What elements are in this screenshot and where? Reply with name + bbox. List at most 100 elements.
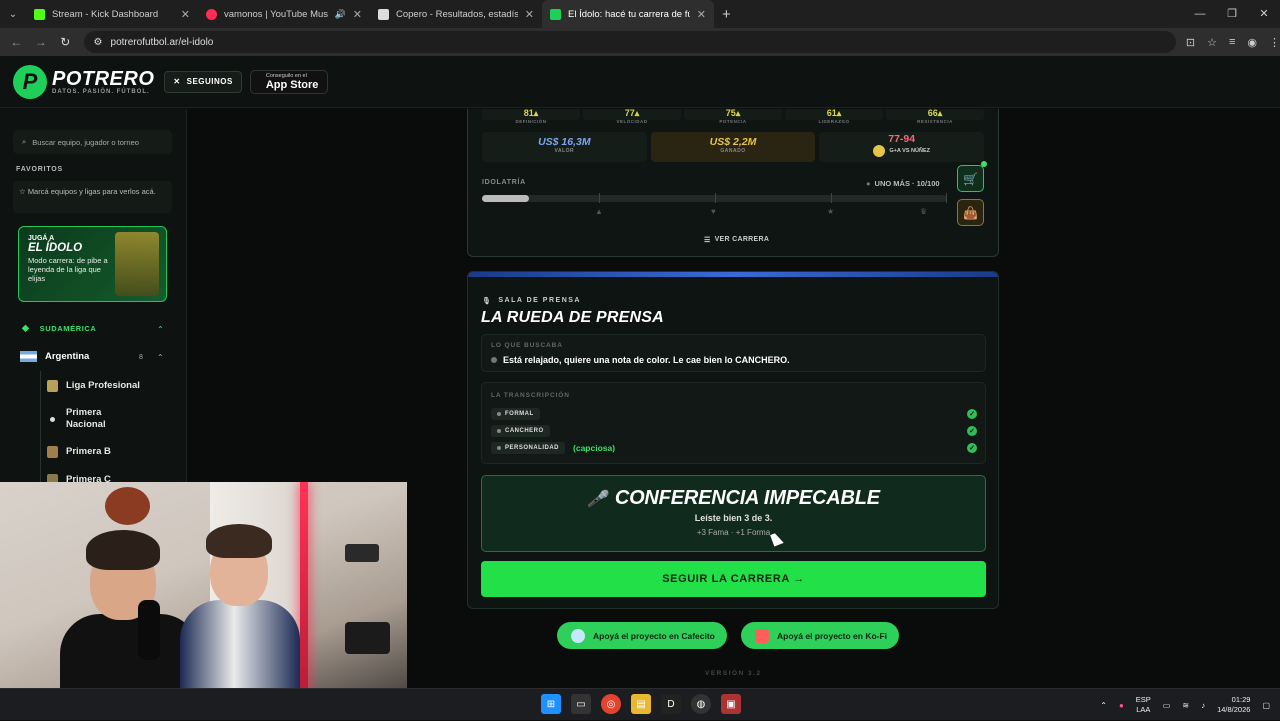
webcam-overlay [0, 482, 407, 711]
url-field[interactable]: ⚙ potrerofutbol.ar/el-idolo [83, 31, 1176, 53]
potrero-logo-icon[interactable]: P [13, 64, 47, 99]
back-icon[interactable]: ← [4, 35, 29, 49]
tab-search-menu[interactable]: ⌄ [0, 0, 26, 28]
camera-image [345, 622, 390, 654]
shop-cart-button[interactable]: 🛒 [957, 165, 984, 192]
minimize-icon[interactable]: — [1184, 0, 1216, 28]
microphone-tray-icon[interactable]: ● [1119, 701, 1124, 710]
profile-icon[interactable]: ◉ [1247, 36, 1257, 49]
app-store-button[interactable]: Conseguilo en el App Store [249, 69, 329, 94]
chevron-up-icon[interactable]: ⌃ [157, 353, 164, 362]
site-info-icon[interactable]: ⚙ [94, 37, 103, 48]
close-tab-icon[interactable]: ✕ [525, 8, 534, 21]
result-subtitle: Leíste bien 3 de 3. [694, 513, 773, 523]
idolatria-progress-fill [482, 195, 529, 202]
file-explorer-icon[interactable]: ▤ [631, 694, 651, 714]
region-sudamerica[interactable]: ⬥ SUDAMÉRICA [22, 323, 96, 334]
volume-icon[interactable]: ♪ [1201, 701, 1205, 710]
seguir-carrera-button[interactable]: SEGUIR LA CARRERA → [481, 561, 986, 597]
thumbs-up-icon: ▲ [595, 207, 603, 216]
result-title: 🎤 CONFERENCIA IMPECABLE [482, 487, 985, 510]
reload-icon[interactable]: ↻ [53, 35, 78, 49]
close-tab-icon[interactable]: ✕ [181, 8, 190, 21]
answer-tag: CANCHERO [491, 424, 550, 437]
forward-icon[interactable]: → [29, 35, 54, 49]
tab-kick[interactable]: Stream - Kick Dashboard ✕ [26, 0, 198, 28]
search-input[interactable]: ⌕ Buscar equipo, jugador o torneo [13, 130, 172, 154]
check-icon: ✓ [967, 408, 977, 419]
dxt-app-icon[interactable]: D [661, 694, 681, 714]
address-bar-row: ← → ↻ ⚙ potrerofutbol.ar/el-idolo ⊡ ☆ ≡ … [0, 28, 1280, 56]
answer-extra: (capciosa) [573, 442, 616, 453]
stat-liderazgo: 61▴ LIDERAZGO [785, 109, 883, 124]
notification-icon[interactable]: ▢ [1262, 701, 1270, 710]
browser-menu-icon[interactable]: ⋮ [1269, 36, 1280, 49]
task-view-icon[interactable]: ▭ [571, 694, 591, 714]
microphone-icon: 🎙 [482, 298, 493, 305]
copero-favicon-icon [378, 8, 389, 20]
kofi-label: Apoyá el proyecto en Ko-Fi [777, 630, 888, 641]
tab-youtube-music[interactable]: vamonos | YouTube Music 🔊 ✕ [198, 0, 370, 28]
promo-desc: Modo carrera: de pibe a leyenda de la li… [28, 256, 108, 283]
bookmark-star-icon[interactable]: ☆ [1207, 36, 1217, 49]
kick-favicon-icon [34, 8, 45, 20]
close-tab-icon[interactable]: ✕ [353, 8, 362, 21]
cafecito-button[interactable]: Apoyá el proyecto en Cafecito [557, 622, 727, 649]
tab-el-idolo[interactable]: El Ídolo: hacé tu carrera de fútb ✕ [542, 0, 714, 28]
tab-copero[interactable]: Copero - Resultados, estadístic ✕ [370, 0, 542, 28]
valor-label: VALOR [554, 148, 575, 154]
language-indicator[interactable]: ESP LAA [1136, 695, 1151, 715]
league-primera-b[interactable]: Primera B [47, 446, 111, 458]
window-controls: — ❐ ✕ [1184, 0, 1280, 28]
league-liga-profesional[interactable]: Liga Profesional [47, 380, 140, 392]
install-app-icon[interactable]: ⊡ [1186, 36, 1195, 49]
potrero-favicon-icon [550, 8, 561, 20]
buscaba-label: LO QUE BUSCABA [491, 342, 563, 349]
version-text: VERSIÓN 3.2 [705, 670, 762, 677]
microphone-image [138, 600, 160, 660]
speaker-icon[interactable]: 🔊 [335, 9, 346, 20]
follow-x-button[interactable]: ✕ SEGUINOS [164, 70, 242, 93]
lang-bottom: LAA [1136, 705, 1151, 714]
windows-start-icon[interactable]: ⊞ [541, 694, 561, 714]
wifi-icon[interactable]: ≋ [1182, 701, 1189, 710]
close-tab-icon[interactable]: ✕ [697, 8, 706, 21]
stats-row: 81▴ DEFINICIÓN 77▴ VELOCIDAD 75▴ POTENCIA 6… [482, 109, 984, 124]
sidebar: ⌕ Buscar equipo, jugador o torneo FAVORI… [0, 109, 187, 486]
valor-box: US$ 16,3M VALOR [482, 132, 647, 162]
player-card-image [115, 232, 159, 296]
store-big-text: App Store [265, 78, 319, 91]
chevron-up-icon[interactable]: ⌃ [1100, 701, 1107, 710]
kofi-button[interactable]: Apoyá el proyecto en Ko-Fi [741, 622, 900, 649]
league-primera-nacional[interactable]: Primera Nacional [47, 407, 127, 431]
logo[interactable]: POTRERO DATOS. PASIÓN. FÚTBOL. [52, 69, 154, 95]
league-label: Primera Nacional [66, 407, 106, 430]
display-icon[interactable]: ▭ [1163, 701, 1171, 710]
favorites-text: Marcá equipos y ligas para verlos acá. [27, 187, 156, 196]
obs-icon[interactable]: ◍ [691, 694, 711, 714]
argentina-flag-icon [20, 351, 37, 362]
browser-tab-bar: ⌄ Stream - Kick Dashboard ✕ vamonos | Yo… [0, 0, 1280, 28]
restore-icon[interactable]: ❐ [1216, 0, 1248, 28]
tab-title: El Ídolo: hacé tu carrera de fútb [568, 8, 690, 20]
check-icon: ✓ [967, 425, 977, 436]
new-tab-icon[interactable]: + [722, 6, 731, 23]
clock[interactable]: 01:29 14/8/2026 [1217, 695, 1250, 715]
app-icon[interactable]: ▣ [721, 694, 741, 714]
league-badge-icon [47, 380, 58, 392]
chevron-up-icon[interactable]: ⌃ [157, 325, 164, 334]
close-window-icon[interactable]: ✕ [1248, 0, 1280, 28]
streamer-left-image [60, 524, 200, 711]
country-argentina[interactable]: Argentina [20, 351, 89, 362]
clock-date: 14/8/2026 [1217, 705, 1251, 714]
inventory-bag-button[interactable]: 👜 [957, 199, 984, 226]
card-accent-bar [468, 272, 998, 277]
league-count-badge: 8 [139, 354, 143, 361]
transcript-row: FORMAL ✓ [491, 407, 977, 420]
streamer-right-image [180, 518, 300, 711]
ver-carrera-button[interactable]: ☰ VER CARRERA [704, 236, 769, 244]
chrome-icon[interactable]: ◎ [601, 694, 621, 714]
reading-list-icon[interactable]: ≡ [1229, 36, 1235, 49]
continent-pin-icon: ⬥ [22, 323, 30, 334]
el-idolo-promo-card[interactable]: JUGÁ A EL ÍDOLO Modo carrera: de pibe a … [18, 226, 167, 302]
